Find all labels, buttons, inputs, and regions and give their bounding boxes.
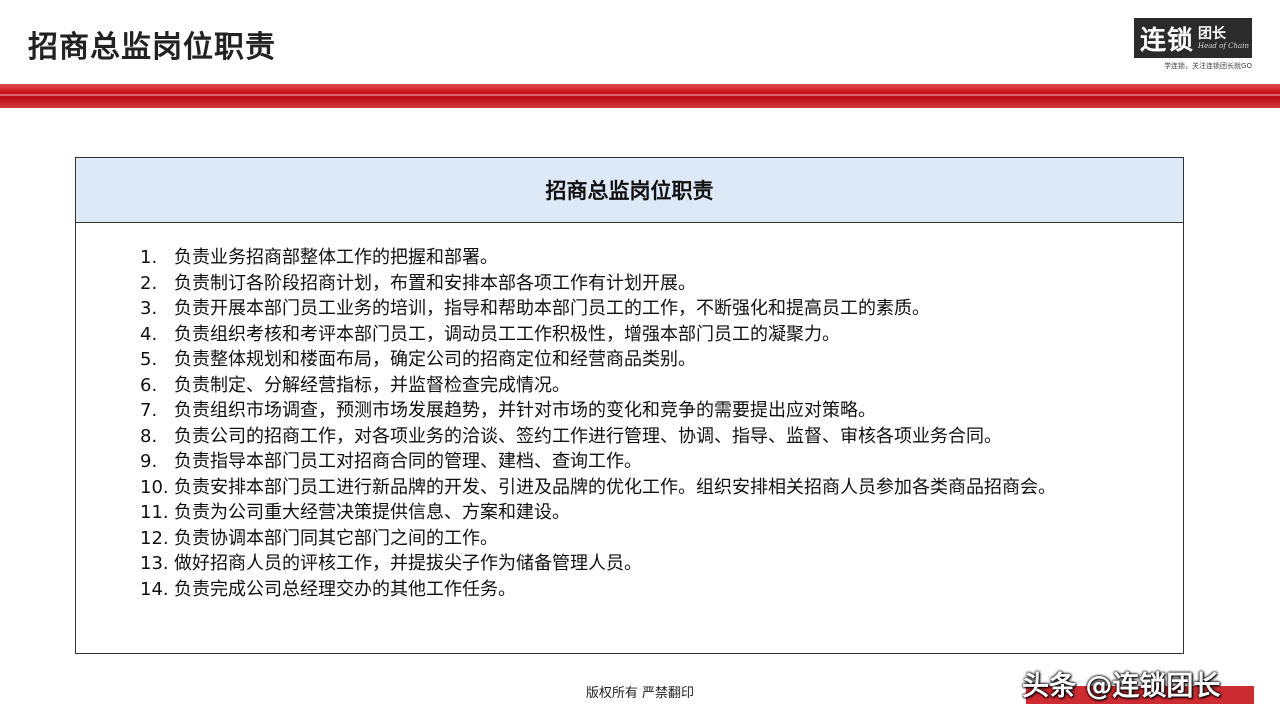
duty-number: 14. [140,578,169,600]
logo-main-text: 连锁 [1140,25,1195,56]
duty-text: 负责为公司重大经营决策提供信息、方案和建设。 [174,502,570,523]
watermark-text: 头条 @连锁团长 [1022,671,1221,702]
logo-side: 团长 Head of Chain [1198,27,1249,50]
page-title: 招商总监岗位职责 [28,30,276,65]
duty-text: 负责开展本部门员工业务的培训，指导和帮助本部门员工的工作，不断强化和提高员工的素… [174,298,930,319]
duty-item: 6. 负责制定、分解经营指标，并监督检查完成情况。 [140,373,1183,399]
duty-item: 5. 负责整体规划和楼面布局，确定公司的招商定位和经营商品类别。 [140,347,1183,373]
duty-number: 2. [140,272,158,294]
duty-item: 11. 负责为公司重大经营决策提供信息、方案和建设。 [140,500,1183,526]
duty-text: 负责组织考核和考评本部门员工，调动员工工作积极性，增强本部门员工的凝聚力。 [174,323,840,345]
duties-list: 1. 负责业务招商部整体工作的把握和部署。 2. 负责制订各阶段招商计划，布置和安排本… [76,223,1183,602]
logo-side-text: 团长 [1198,25,1227,42]
duty-number: 13. [140,553,169,574]
duty-text: 负责整体规划和楼面布局，确定公司的招商定位和经营商品类别。 [174,349,696,370]
duty-text: 做好招商人员的评核工作，并提拔尖子作为储备管理人员。 [174,553,642,574]
duty-item: 9. 负责指导本部门员工对招商合同的管理、建档、查询工作。 [140,449,1183,475]
logo-slogan: 学连锁，关注连锁团长就GO [1164,62,1252,70]
duty-number: 5. [140,349,158,370]
duty-item: 8. 负责公司的招商工作，对各项业务的洽谈、签约工作进行管理、协调、指导、监督、审… [140,424,1183,450]
duty-text: 负责公司的招商工作，对各项业务的洽谈、签约工作进行管理、协调、指导、监督、审核各… [174,425,1002,447]
duty-item: 10. 负责安排本部门员工进行新品牌的开发、引进及品牌的优化工作。组织安排相关招商… [140,475,1183,501]
duty-item: 3. 负责开展本部门员工业务的培训，指导和帮助本部门员工的工作，不断强化和提高员工… [140,296,1183,322]
duty-text: 负责协调本部门同其它部门之间的工作。 [174,527,498,549]
duty-item: 2. 负责制订各阶段招商计划，布置和安排本部各项工作有计划开展。 [140,271,1183,297]
duties-card: 招商总监岗位职责 1. 负责业务招商部整体工作的把握和部署。 2. 负责制订各阶段招商… [75,157,1184,654]
duty-number: 1. [140,247,158,268]
duty-number: 12. [140,527,169,549]
duty-item: 1. 负责业务招商部整体工作的把握和部署。 [140,245,1183,271]
logo-box: 连锁 团长 Head of Chain [1134,18,1252,58]
duty-text: 负责安排本部门员工进行新品牌的开发、引进及品牌的优化工作。组织安排相关招商人员参… [174,476,1056,498]
duty-number: 7. [140,400,158,421]
duty-item: 12. 负责协调本部门同其它部门之间的工作。 [140,526,1183,552]
duty-item: 7. 负责组织市场调查，预测市场发展趋势，并针对市场的变化和竞争的需要提出应对策略… [140,398,1183,424]
duty-text: 负责完成公司总经理交办的其他工作任务。 [174,578,516,600]
duty-text: 负责制订各阶段招商计划，布置和安排本部各项工作有计划开展。 [174,272,696,294]
duty-text: 负责指导本部门员工对招商合同的管理、建档、查询工作。 [174,451,642,472]
card-title: 招商总监岗位职责 [76,158,1183,223]
duty-text: 负责业务招商部整体工作的把握和部署。 [174,247,498,268]
duty-number: 3. [140,298,158,319]
duty-number: 6. [140,374,158,396]
duty-number: 4. [140,323,158,345]
duty-text: 负责组织市场调查，预测市场发展趋势，并针对市场的变化和竞争的需要提出应对策略。 [174,400,876,421]
duty-item: 14. 负责完成公司总经理交办的其他工作任务。 [140,577,1183,603]
brand-logo: 连锁 团长 Head of Chain 学连锁，关注连锁团长就GO [1134,18,1252,74]
duty-item: 13. 做好招商人员的评核工作，并提拔尖子作为储备管理人员。 [140,551,1183,577]
duty-number: 9. [140,451,158,472]
duty-number: 8. [140,425,158,447]
duty-text: 负责制定、分解经营指标，并监督检查完成情况。 [174,374,570,396]
logo-english-text: Head of Chain [1198,41,1249,50]
duty-number: 10. [140,476,169,498]
duty-item: 4. 负责组织考核和考评本部门员工，调动员工工作积极性，增强本部门员工的凝聚力。 [140,322,1183,348]
red-divider-band [0,84,1280,108]
duty-number: 11. [140,502,169,523]
